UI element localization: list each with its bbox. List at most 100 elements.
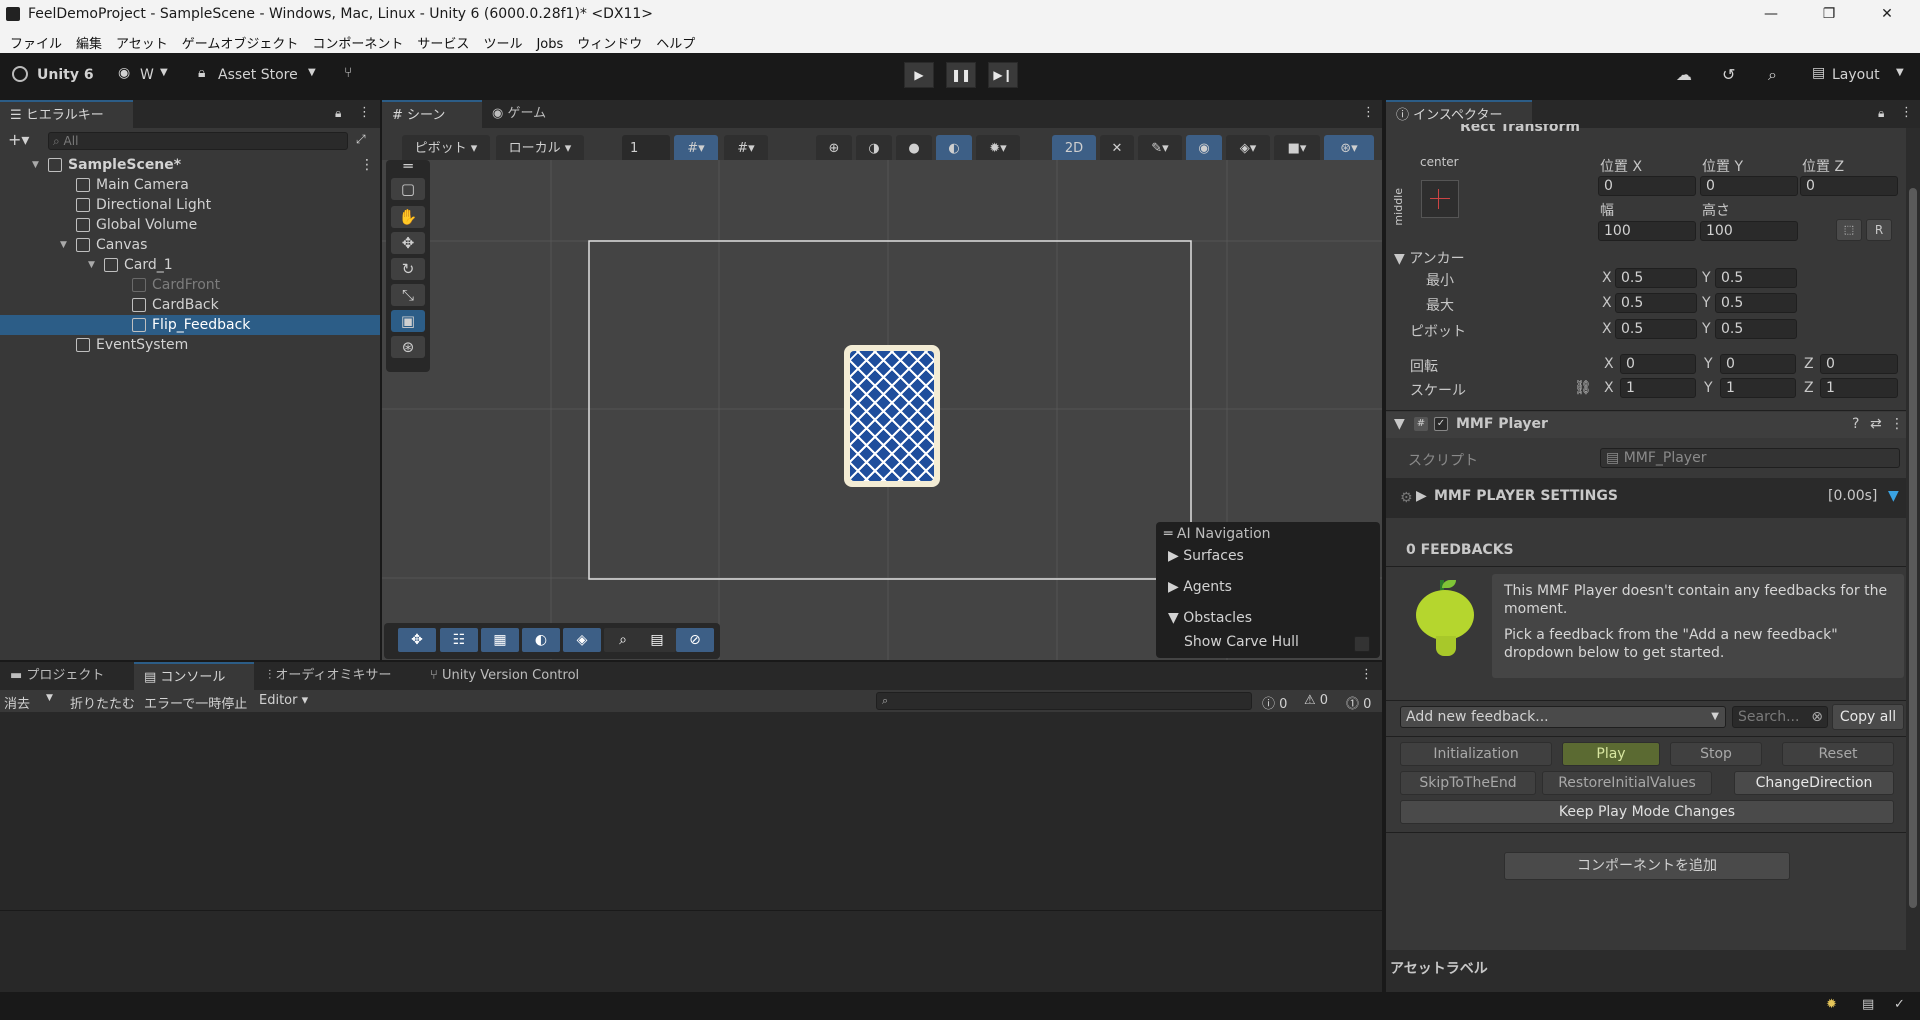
sphere-icon[interactable]: ● (896, 135, 932, 163)
log-count[interactable]: ⓘ 0 (1262, 693, 1287, 712)
rotation-x-field[interactable]: 0 (1620, 354, 1696, 374)
more-icon[interactable]: ⋮ (1900, 105, 1913, 120)
scale-tool-icon[interactable]: ⤡ (391, 284, 425, 306)
nav-view-icon[interactable]: ▤ (638, 628, 676, 652)
editor-dropdown[interactable]: Editor ▾ (259, 693, 308, 708)
2d-toggle[interactable]: 2D (1052, 135, 1096, 163)
move-tool-icon[interactable]: ✥ (391, 232, 425, 254)
anchors-foldout[interactable]: ▼ アンカー (1394, 248, 1465, 268)
mmf-player-header[interactable]: ▼ # ✓ MMF Player ? ⇄ ⋮ (1386, 412, 1906, 438)
anchor-min-y-field[interactable]: 0.5 (1715, 268, 1797, 288)
warning-count[interactable]: ⚠ 0 (1304, 693, 1328, 708)
hierarchy-item[interactable]: Main Camera (0, 175, 380, 195)
scene-viewport[interactable]: ═ ▢ ✋ ✥ ↻ ⤡ ▣ ⊛ ✥ ☷ ▦ ◐ ◈ ⌕ ▤ ⊘ ═ AI Nav… (382, 160, 1382, 660)
effects-icon[interactable]: ✎▾ (1138, 135, 1182, 163)
tab-console[interactable]: ▤ コンソール (134, 662, 254, 690)
scale-z-field[interactable]: 1 (1820, 378, 1898, 398)
tab-hierarchy[interactable]: ☰ ヒエラルキー (0, 100, 133, 128)
initialization-button[interactable]: Initialization (1400, 742, 1552, 766)
nav-search-icon[interactable]: ⌕ (604, 628, 642, 652)
minimize-button[interactable]: — (1742, 0, 1800, 29)
layers-icon[interactable]: ◈▾ (1226, 135, 1270, 163)
anchor-presets-button[interactable] (1421, 180, 1459, 218)
reset-feedback-button[interactable]: Reset (1782, 742, 1894, 766)
surfaces-foldout[interactable]: ▶ Surfaces (1168, 548, 1244, 564)
globe-icon[interactable]: ⊕ (816, 135, 852, 163)
lighting-status-icon[interactable]: ✹ (1826, 997, 1837, 1012)
scene-search-icon[interactable]: ⤢ (356, 132, 366, 147)
height-field[interactable]: 100 (1700, 221, 1798, 241)
triangle-down-icon[interactable]: ▼ (60, 235, 67, 255)
obstacles-foldout[interactable]: ▼ Obstacles (1168, 610, 1252, 626)
nav-shape-icon[interactable]: ◐ (522, 628, 560, 652)
menu-assets[interactable]: アセット (106, 29, 168, 52)
menu-tools[interactable]: ツール (473, 29, 522, 52)
version-control-icon[interactable]: ⑂ (344, 65, 352, 81)
show-carve-hull-checkbox[interactable] (1354, 636, 1370, 652)
anchor-min-x-field[interactable]: 0.5 (1615, 268, 1697, 288)
nav-compass-icon[interactable]: ⊘ (676, 628, 714, 652)
add-component-button[interactable]: コンポーネントを追加 (1504, 852, 1790, 880)
menu-component[interactable]: コンポーネント (302, 29, 403, 52)
lock-icon[interactable]: 🔒︎ (335, 106, 341, 121)
copy-all-button[interactable]: Copy all (1832, 704, 1904, 730)
history-icon[interactable]: ↺ (1722, 65, 1735, 84)
tab-version-control[interactable]: ⑂ Unity Version Control (420, 662, 620, 690)
clear-search-icon[interactable]: ⊗ (1811, 707, 1823, 727)
cache-status-icon[interactable]: ▤ (1862, 997, 1874, 1012)
hierarchy-item[interactable]: Global Volume (0, 215, 380, 235)
hierarchy-item[interactable]: ▼ Canvas (0, 235, 380, 255)
hierarchy-scene-row[interactable]: ▼ SampleScene* ⋮ (0, 155, 380, 175)
menu-help[interactable]: ヘルプ (646, 29, 695, 52)
error-pause-button[interactable]: エラーで一時停止 (144, 693, 247, 712)
console-search-input[interactable]: ⌕ (876, 692, 1252, 710)
tab-game[interactable]: ◉ ゲーム (482, 100, 582, 128)
pivot-dropdown[interactable]: ピボット ▾ (402, 135, 490, 163)
nav-mesh-icon[interactable]: ▦ (481, 628, 519, 652)
keep-play-mode-changes-button[interactable]: Keep Play Mode Changes (1400, 800, 1894, 824)
add-feedback-dropdown[interactable]: Add new feedback... ▼ (1400, 706, 1726, 728)
play-feedback-button[interactable]: Play (1562, 742, 1660, 766)
add-icon[interactable]: +▾ (8, 130, 29, 149)
hierarchy-item[interactable]: CardBack (0, 295, 380, 315)
feedback-search-input[interactable]: Search... ⊗ (1732, 706, 1828, 728)
pivot-y-field[interactable]: 0.5 (1715, 319, 1797, 339)
triangle-down-icon[interactable]: ▼ (32, 155, 39, 175)
hierarchy-search-input[interactable]: ⌕ All (48, 132, 348, 150)
menu-services[interactable]: サービス (407, 29, 469, 52)
gizmos-icon[interactable]: ⊛▾ (1324, 135, 1374, 163)
ai-navigation-title[interactable]: ═ AI Navigation (1164, 526, 1271, 542)
snap-increment-icon[interactable]: #▾ (724, 135, 768, 163)
visibility-icon[interactable]: ◉ (1186, 135, 1222, 163)
error-count[interactable]: ⓵ 0 (1346, 693, 1371, 712)
pos-z-field[interactable]: 0 (1800, 176, 1898, 196)
inspector-scrollbar[interactable] (1906, 128, 1920, 950)
skip-to-end-button[interactable]: SkipToTheEnd (1400, 771, 1536, 795)
debug-icon[interactable]: ✹▾ (976, 135, 1020, 163)
account-button[interactable]: W (140, 67, 154, 83)
cloud-icon[interactable]: ☁ (1676, 65, 1692, 84)
lighting-icon[interactable]: ◐ (936, 135, 972, 163)
hand-tool-icon[interactable]: ✋ (391, 206, 425, 228)
collapse-button[interactable]: 折りたたむ (70, 693, 135, 712)
raw-edit-button[interactable]: R (1866, 219, 1892, 241)
stop-feedback-button[interactable]: Stop (1670, 742, 1762, 766)
hierarchy-item[interactable]: ▼ Card_1 (0, 255, 380, 275)
unity-version-button[interactable]: Unity 6 (37, 67, 94, 83)
scale-link-icon[interactable]: ⛓ (1574, 380, 1592, 396)
asset-store-button[interactable]: Asset Store (218, 67, 298, 83)
layout-dropdown[interactable]: Layout (1832, 67, 1880, 83)
chevron-down-icon[interactable]: ▼ (46, 693, 53, 703)
drag-handle-icon[interactable]: ═ (391, 160, 425, 174)
clear-button[interactable]: 消去 (4, 693, 30, 712)
audio-icon[interactable]: ✕ (1100, 135, 1134, 163)
shading-icon[interactable]: ◑ (856, 135, 892, 163)
close-button[interactable]: ✕ (1858, 0, 1916, 29)
menu-window[interactable]: ウィンドウ (567, 29, 642, 52)
rotation-y-field[interactable]: 0 (1720, 354, 1796, 374)
more-icon[interactable]: ⋮ (360, 155, 374, 175)
blueprint-icon[interactable]: ⬚ (1836, 219, 1862, 241)
anchor-max-y-field[interactable]: 0.5 (1715, 293, 1797, 313)
hierarchy-item[interactable]: Directional Light (0, 195, 380, 215)
more-icon[interactable]: ⋮ (1362, 105, 1375, 120)
